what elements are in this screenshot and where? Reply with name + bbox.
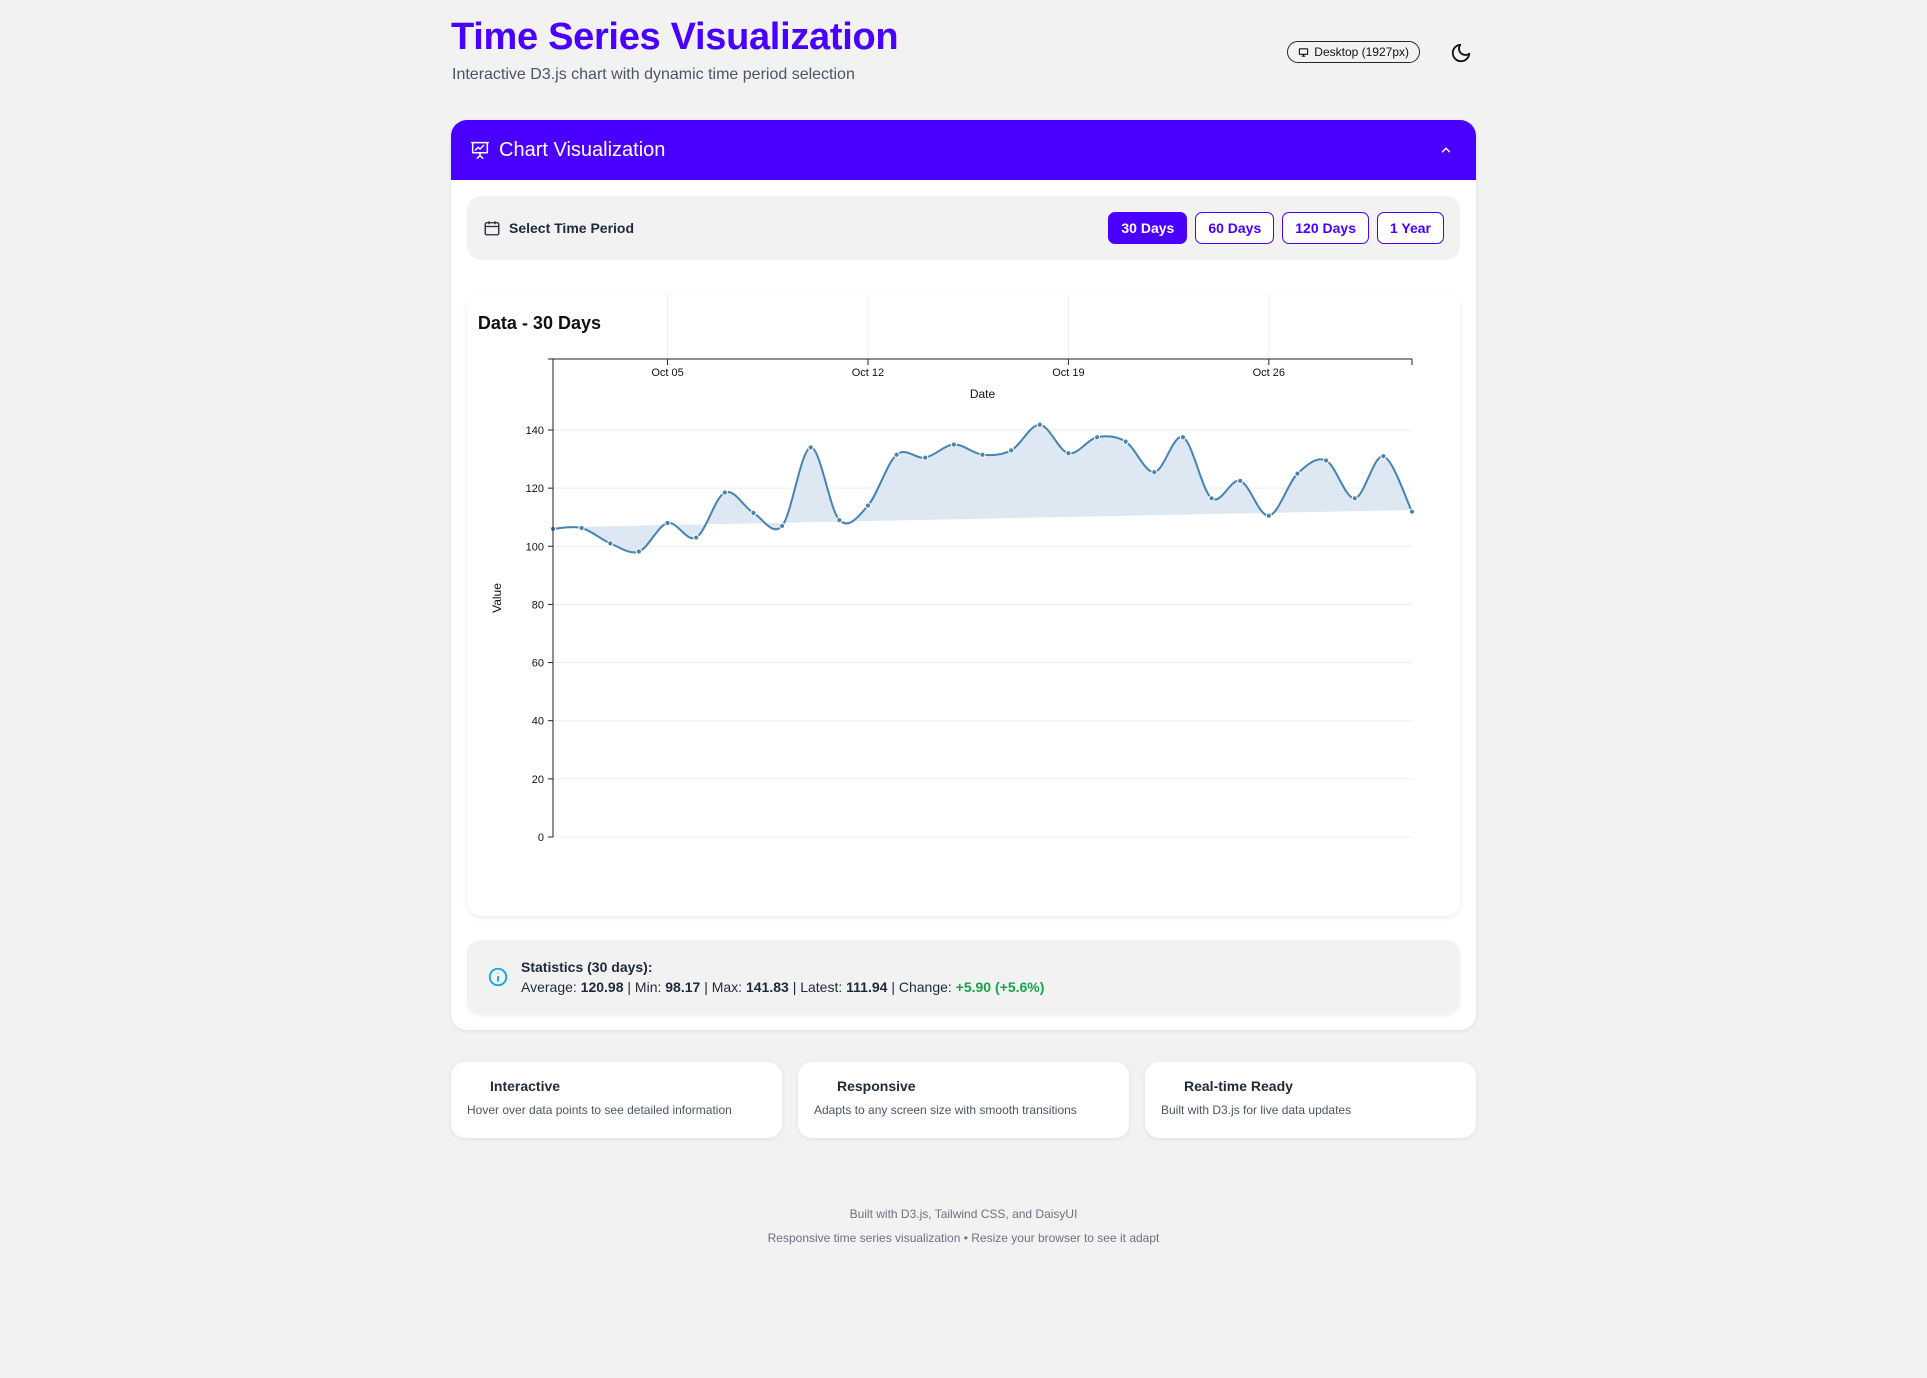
x-axis-label: Date (970, 387, 996, 401)
stat-separator: | (627, 979, 632, 995)
chart-title: Data - 30 Days (478, 313, 601, 333)
stat-average-label: Average: (521, 979, 577, 995)
stat-change: +5.90 (+5.6%) (955, 979, 1045, 995)
info-icon (488, 967, 508, 987)
chart-container: 0 20 40 60 80 100 120 140 Oct 05 Oct 12 Oct 19 Oct … (467, 294, 1460, 916)
data-point (979, 451, 986, 458)
moon-icon (1451, 43, 1471, 63)
data-point (693, 534, 700, 541)
collapse-button[interactable] (1434, 138, 1458, 162)
feature-cards: Interactive Hover over data points to se… (451, 1062, 1476, 1138)
data-point (664, 519, 671, 527)
chevron-up-icon (1441, 147, 1451, 153)
page-header: Time Series Visualization Interactive D3… (451, 14, 1476, 94)
data-point (1036, 421, 1043, 428)
period-30-days-button[interactable]: 30 Days (1108, 212, 1188, 244)
stat-min-label: Min: (634, 979, 662, 995)
monitor-icon (1299, 47, 1309, 57)
period-selector-label: Select Time Period (509, 220, 635, 236)
stat-average: 120.98 (580, 979, 624, 995)
data-point (950, 441, 957, 448)
stat-separator: | (792, 979, 797, 995)
statistics-text: Statistics (30 days): Average: 120.98 | … (521, 959, 1044, 995)
data-point (778, 522, 786, 530)
period-120-days-button[interactable]: 120 Days (1282, 212, 1369, 244)
data-point (1294, 470, 1301, 477)
data-point (1179, 434, 1187, 441)
footer-line-2: Responsive time series visualization • R… (767, 1231, 1160, 1245)
data-point (1065, 450, 1072, 457)
feature-description: Built with D3.js for live data updates (1161, 1103, 1352, 1117)
feature-description: Hover over data points to see detailed i… (467, 1103, 732, 1117)
period-60-days-button[interactable]: 60 Days (1195, 212, 1275, 244)
data-point (807, 444, 814, 451)
y-axis-label: Value (490, 583, 504, 613)
x-tick-label: Oct 12 (852, 367, 884, 379)
data-point (750, 509, 757, 516)
data-point (1151, 469, 1158, 476)
feature-title: Interactive (490, 1078, 561, 1094)
data-point (1093, 434, 1101, 441)
stat-latest: 111.94 (846, 979, 888, 995)
statistics-panel: Statistics (30 days): Average: 120.98 | … (467, 940, 1460, 1014)
period-selector: Select Time Period 30 Days 60 Days 120 D… (467, 196, 1460, 260)
y-tick-label: 40 (532, 716, 544, 728)
viewport-badge-label: Desktop (1927px) (1314, 45, 1409, 59)
calendar-icon (484, 221, 500, 236)
feature-card-responsive: Responsive Adapts to any screen size wit… (798, 1062, 1129, 1138)
x-tick-label: Oct 26 (1253, 367, 1285, 379)
statistics-values: Average: 120.98 | Min: 98.17 | Max: 141.… (521, 979, 1044, 995)
data-point (1323, 457, 1330, 464)
page-footer: Built with D3.js, Tailwind CSS, and Dais… (0, 1202, 1927, 1250)
stat-max-label: Max: (711, 979, 743, 995)
stat-latest-label: Latest: (800, 979, 843, 995)
theme-toggle-button[interactable] (1446, 38, 1476, 68)
stat-separator: | (704, 979, 708, 995)
data-point (1265, 512, 1272, 519)
data-point (1237, 477, 1244, 484)
viewport-badge: Desktop (1927px) (1287, 41, 1420, 63)
data-point (635, 548, 642, 555)
feature-description: Adapts to any screen size with smooth tr… (814, 1103, 1077, 1117)
data-point (721, 489, 728, 496)
data-point (1008, 447, 1015, 454)
stat-change-label: Change: (898, 979, 952, 995)
data-point (1408, 508, 1416, 515)
card-title: Chart Visualization (499, 138, 666, 161)
chart-card: Chart Visualization Select Time Period 3… (451, 120, 1476, 1030)
y-tick-label: 20 (532, 774, 544, 786)
data-point (607, 540, 614, 547)
footer-line-1: Built with D3.js, Tailwind CSS, and Dais… (849, 1207, 1078, 1221)
data-point (836, 517, 843, 524)
x-tick-label: Oct 05 (651, 367, 683, 379)
page-subtitle: Interactive D3.js chart with dynamic tim… (452, 66, 855, 83)
data-point (922, 454, 929, 461)
stat-max: 141.83 (745, 979, 789, 995)
feature-title: Real-time Ready (1184, 1078, 1293, 1094)
stat-separator: | (891, 979, 895, 995)
statistics-title: Statistics (30 days): (521, 959, 653, 975)
data-point (1351, 495, 1358, 502)
feature-title: Responsive (837, 1078, 916, 1094)
stat-min: 98.17 (665, 979, 701, 995)
y-tick-label: 120 (526, 483, 544, 495)
data-point (578, 524, 585, 532)
data-point (893, 451, 900, 458)
data-point (1380, 453, 1387, 460)
y-tick-label: 60 (532, 658, 544, 670)
data-point (1208, 495, 1215, 502)
feature-card-interactive: Interactive Hover over data points to se… (451, 1062, 782, 1138)
y-tick-label: 100 (526, 541, 544, 553)
x-tick-label: Oct 19 (1052, 367, 1084, 379)
data-point (1122, 438, 1129, 445)
y-tick-label: 140 (526, 425, 544, 437)
data-point (864, 502, 872, 509)
time-series-chart: 0 20 40 60 80 100 120 140 Oct 05 Oct 12 Oct 19 Oct … (478, 294, 1416, 844)
card-header[interactable]: Chart Visualization (451, 120, 1476, 180)
y-tick-label: 0 (538, 832, 544, 844)
presentation-chart-icon (469, 139, 491, 161)
feature-card-realtime: Real-time Ready Built with D3.js for liv… (1145, 1062, 1476, 1138)
y-tick-label: 80 (532, 599, 544, 611)
period-1-year-button[interactable]: 1 Year (1376, 212, 1444, 244)
